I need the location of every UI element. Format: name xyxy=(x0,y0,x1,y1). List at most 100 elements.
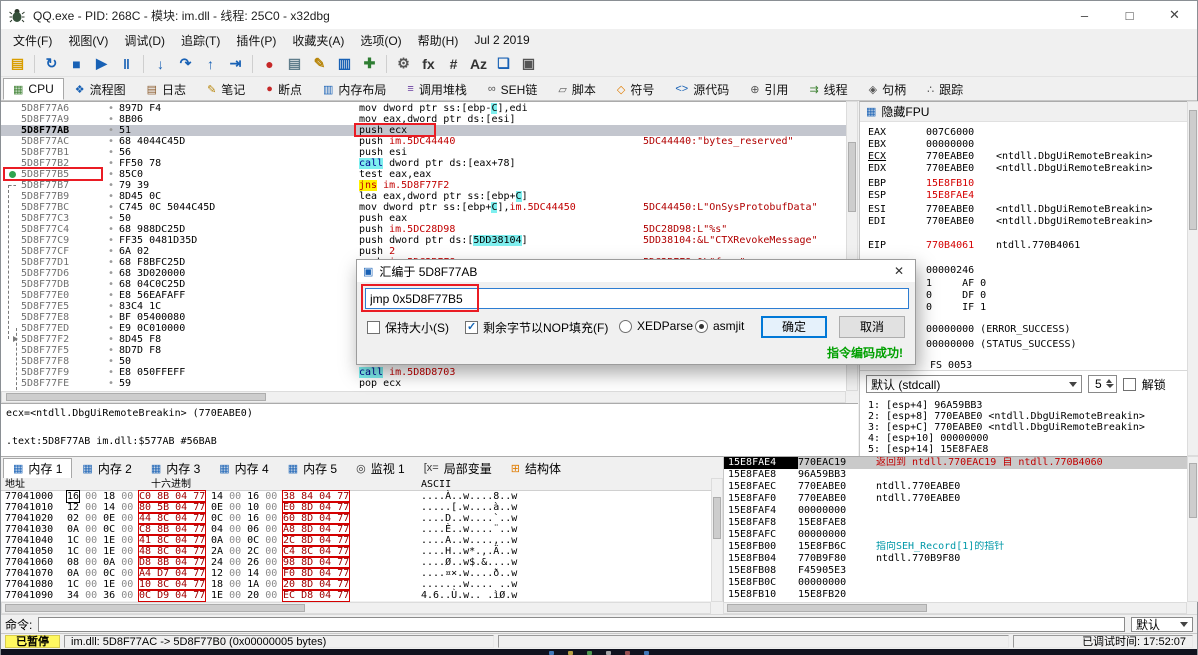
stack-arg-row[interactable]: 5: [esp+14] 15E8FAE8 xyxy=(868,444,988,455)
scrollbar-thumb[interactable] xyxy=(6,393,266,401)
xedparse-option[interactable]: XEDParse xyxy=(619,319,693,333)
stack-row[interactable]: 15E8FB10 15E8FB20 xyxy=(724,589,1187,601)
disasm-row[interactable]: 5D8F77B5 • 85C0 test eax,eax xyxy=(1,169,846,180)
menu-item[interactable]: 插件(P) xyxy=(228,29,284,52)
dump-pane[interactable]: 77041000 16 00 18 00 C0 8B 04 77 14 00 16 0… xyxy=(1,490,711,602)
dump-row[interactable]: 77041070 0A 00 0C 00 A4 D7 04 77 12 00 14 0… xyxy=(1,567,711,580)
register-row[interactable]: EAX 007C6000 xyxy=(868,127,996,139)
stack-vscrollbar[interactable] xyxy=(1187,456,1198,602)
dump-row[interactable]: 77041010 12 00 14 00 80 5B 04 77 0E 00 10 0… xyxy=(1,501,711,514)
az-icon[interactable]: Az xyxy=(466,53,491,75)
tab-日志[interactable]: ▤ 日志 xyxy=(137,78,196,100)
menu-item[interactable]: 文件(F) xyxy=(5,29,60,52)
arg-count-spinner[interactable]: 5 xyxy=(1088,375,1117,393)
stack-row[interactable]: 15E8FB0C 00000000 xyxy=(724,577,1187,589)
tab-局部变量[interactable]: [x= 局部变量 xyxy=(415,458,501,478)
tab-源代码[interactable]: <> 源代码 xyxy=(665,78,739,100)
window-icon[interactable]: ❏ xyxy=(491,53,516,75)
disasm-row[interactable]: 5D8F77B2 • FF50 78 call dword ptr ds:[eax+7… xyxy=(1,158,846,169)
step-into-icon[interactable]: ↓ xyxy=(148,53,173,75)
menu-item[interactable]: 收藏夹(A) xyxy=(284,29,352,52)
disasm-row[interactable]: 5D8F77B1 • 56 push esi xyxy=(1,147,846,158)
stack-arg-row[interactable]: 2: [esp+8] 770EABE0 <ntdll.DbgUiRemoteBr… xyxy=(868,411,1145,422)
tab-跟踪[interactable]: ∴ 跟踪 xyxy=(917,78,973,100)
disasm-row[interactable]: 5D8F77A9 • 8B06 mov eax,dword ptr ds:[esi] xyxy=(1,114,846,125)
memory-map-icon[interactable]: ▥ xyxy=(332,53,357,75)
scrollbar-thumb[interactable] xyxy=(713,497,721,539)
scrollbar-thumb[interactable] xyxy=(1189,463,1197,518)
keep-size-option[interactable]: 保持大小(S) xyxy=(367,319,449,336)
tab-符号[interactable]: ◇ 符号 xyxy=(607,78,664,100)
tab-内存-2[interactable]: ▦ 内存 2 xyxy=(73,458,140,478)
stack-arg-row[interactable]: 4: [esp+10] 00000000 xyxy=(868,433,988,444)
tab-调用堆栈[interactable]: ≡ 调用堆栈 xyxy=(397,78,476,100)
register-row[interactable]: EDX 770EABE0 <ntdll.DbgUiRemoteBreakin> xyxy=(868,163,1153,175)
menu-item[interactable]: 追踪(T) xyxy=(173,29,228,52)
cancel-button[interactable]: 取消 xyxy=(839,316,905,338)
dump-row[interactable]: 77041090 34 00 36 00 0C D9 04 77 1E 00 20 0… xyxy=(1,589,711,602)
tab-脚本[interactable]: ▱ 脚本 xyxy=(548,78,605,100)
tab-结构体[interactable]: ⊞ 结构体 xyxy=(502,458,570,478)
maximize-button[interactable]: □ xyxy=(1107,1,1152,29)
disasm-row[interactable]: 5D8F77AC • 68 4044C45D push im.5DC44440 5DC4… xyxy=(1,136,846,147)
scrollbar-thumb[interactable] xyxy=(5,604,305,612)
pause-icon[interactable]: ‖ xyxy=(114,53,139,75)
dump-vscrollbar[interactable] xyxy=(711,478,723,602)
stack-arg-row[interactable]: 1: [esp+4] 96A59BB3 xyxy=(868,400,982,411)
keep-size-checkbox[interactable] xyxy=(367,321,380,334)
menu-item[interactable]: 选项(O) xyxy=(352,29,409,52)
tab-句柄[interactable]: ◈ 句柄 xyxy=(859,78,916,100)
ok-button[interactable]: 确定 xyxy=(761,316,827,338)
step-out-icon[interactable]: ↑ xyxy=(198,53,223,75)
dump-row[interactable]: 77041080 1C 00 1E 00 10 8C 04 77 18 00 1A 0… xyxy=(1,578,711,591)
stack-row[interactable]: 15E8FB08 F45905E3 xyxy=(724,565,1187,577)
dump-row[interactable]: 77041000 16 00 18 00 C0 8B 04 77 14 00 16 0… xyxy=(1,490,711,503)
dialog-close-icon[interactable]: ✕ xyxy=(883,260,915,282)
nop-fill-option[interactable]: 剩余字节以NOP填充(F) xyxy=(465,319,608,336)
monitor-icon[interactable]: ▣ xyxy=(516,53,541,75)
command-input[interactable] xyxy=(38,616,1125,632)
stack-row[interactable]: 15E8FB04 770B9F80 ntdll.770B9F80 xyxy=(724,553,1187,565)
disasm-row[interactable]: 5D8F77C4 • 68 988DC25D push im.5DC28D98 5DC2… xyxy=(1,224,846,235)
stack-row[interactable]: 15E8FAF0 770EABE0 ntdll.770EABE0 xyxy=(724,493,1187,505)
breakpoint-dot-icon[interactable] xyxy=(9,171,16,178)
disasm-row[interactable]: 5D8F77B9 • 8D45 0C lea eax,dword ptr ss:[eb… xyxy=(1,191,846,202)
tab-内存布局[interactable]: ▥ 内存布局 xyxy=(313,78,396,100)
dump-row[interactable]: 77041040 1C 00 1E 00 41 8C 04 77 0A 00 0C 0… xyxy=(1,534,711,547)
dump-row[interactable]: 77041030 0A 00 0C 00 C8 8B 04 77 04 00 06 0… xyxy=(1,523,711,536)
xedparse-radio[interactable] xyxy=(619,319,632,333)
stop-icon[interactable]: ■ xyxy=(64,53,89,75)
register-row[interactable]: EBX 00000000 xyxy=(868,139,996,151)
register-row[interactable]: EDI 770EABE0 <ntdll.DbgUiRemoteBreakin> xyxy=(868,216,1153,228)
close-button[interactable]: ✕ xyxy=(1152,1,1197,29)
scrollbar-thumb[interactable] xyxy=(1189,110,1197,230)
step-over-icon[interactable]: ↷ xyxy=(173,53,198,75)
menu-item[interactable]: 帮助(H) xyxy=(410,29,467,52)
stack-row[interactable]: 15E8FB00 15E8FB6C 指向SEH_Record[1]的指针 xyxy=(724,541,1187,553)
tab-引用[interactable]: ⊕ 引用 xyxy=(740,78,798,100)
stack-row[interactable]: 15E8FAF8 15E8FAE8 xyxy=(724,517,1187,529)
nop-fill-checkbox[interactable] xyxy=(465,320,478,334)
scrollbar-thumb[interactable] xyxy=(727,604,927,612)
assemble-instruction-input[interactable] xyxy=(365,288,909,309)
spin-up-icon[interactable] xyxy=(1105,376,1112,383)
notes-icon[interactable]: ✎ xyxy=(307,53,332,75)
registers-vscrollbar[interactable] xyxy=(1187,101,1198,456)
dump-row[interactable]: 77041050 1C 00 1E 00 48 8C 04 77 2A 00 2C 0… xyxy=(1,545,711,558)
calling-convention-select[interactable]: 默认 (stdcall) xyxy=(866,375,1082,393)
disasm-row[interactable]: 5D8F77B7 • 79 39 jns im.5D8F77F2 xyxy=(1,180,846,191)
disasm-row[interactable]: 5D8F77C3 • 50 push eax xyxy=(1,213,846,224)
disasm-row[interactable]: 5D8F77F9 • E8 050FFEFF call im.5D8D8703 xyxy=(1,367,846,378)
dump-row[interactable]: 77041020 02 00 0E 00 44 8C 04 77 0C 00 16 0… xyxy=(1,512,711,525)
minimize-button[interactable]: – xyxy=(1062,1,1107,29)
hash-icon[interactable]: # xyxy=(441,53,466,75)
dump-row[interactable]: 77041060 08 00 0A 00 D8 8B 04 77 24 00 26 0… xyxy=(1,556,711,569)
tab-监视-1[interactable]: ◎ 监视 1 xyxy=(347,458,414,478)
disasm-row[interactable]: 5D8F77A6 • 897D F4 mov dword ptr ss:[ebp-C]… xyxy=(1,103,846,114)
tab-内存-1[interactable]: ▦ 内存 1 xyxy=(3,458,73,478)
dump-hscrollbar[interactable] xyxy=(1,602,711,614)
open-file-icon[interactable]: ▤ xyxy=(5,53,30,75)
menu-item[interactable]: 调试(D) xyxy=(116,29,173,52)
unlock-checkbox[interactable] xyxy=(1122,377,1136,391)
disasm-row[interactable]: 5D8F77BC • C745 0C 5044C45D mov dword ptr s… xyxy=(1,202,846,213)
